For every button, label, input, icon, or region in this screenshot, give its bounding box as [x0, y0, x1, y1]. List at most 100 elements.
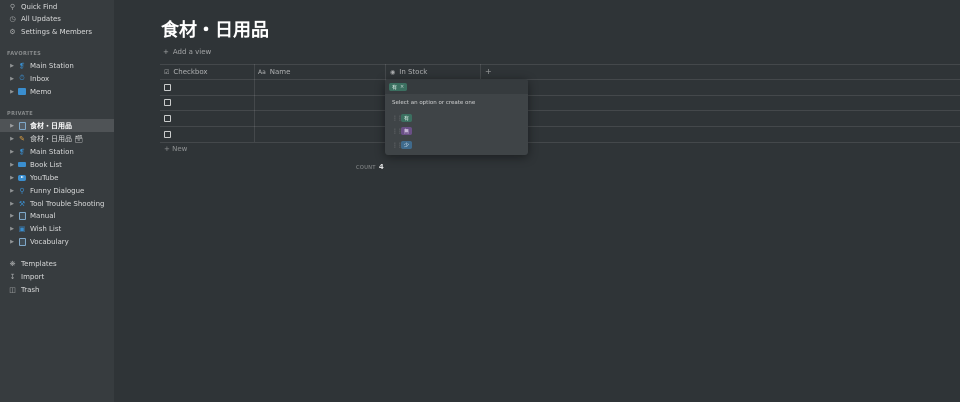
expand-arrow-icon[interactable]: ▶: [9, 239, 15, 245]
gift-icon: ▣: [18, 224, 26, 233]
remove-option-icon[interactable]: ×: [400, 84, 404, 90]
row-divider: [160, 110, 960, 111]
search-icon: ⚲: [9, 2, 16, 11]
page-icon: [17, 121, 27, 131]
column-header-label: In Stock: [399, 68, 428, 76]
sidebar-all-updates[interactable]: ◷ All Updates: [0, 12, 114, 25]
sidebar-item-main-station-2[interactable]: ▶ ❡ Main Station: [0, 145, 114, 158]
expand-arrow-icon[interactable]: ▶: [9, 63, 15, 69]
sidebar-item-book-list[interactable]: ▶ Book List: [0, 158, 114, 171]
column-divider: [480, 64, 481, 79]
count-value: 4: [378, 163, 385, 171]
row-divider: [160, 126, 960, 127]
dropdown-option[interactable]: ⋮⋮ 有: [385, 112, 528, 125]
expand-arrow-icon[interactable]: ▶: [9, 162, 15, 168]
stopwatch-icon: ⏱: [19, 74, 25, 82]
expand-arrow-icon[interactable]: ▶: [9, 201, 15, 207]
expand-arrow-icon[interactable]: ▶: [9, 123, 15, 129]
sidebar-item-wish-list[interactable]: ▶ ▣ Wish List: [0, 222, 114, 235]
trash-icon: ◫: [9, 285, 16, 294]
sidebar-item-label: Memo: [30, 87, 52, 96]
dropdown-option[interactable]: ⋮⋮ 無: [385, 125, 528, 138]
new-row-button[interactable]: + New: [164, 145, 187, 153]
row-checkbox[interactable]: [164, 131, 171, 138]
sidebar-item-youtube[interactable]: ▶ YouTube: [0, 171, 114, 184]
sidebar-item-label: Templates: [21, 259, 57, 268]
sidebar-settings[interactable]: ⚙ Settings & Members: [0, 25, 114, 38]
sidebar-item-label: Import: [21, 272, 45, 281]
chip-label: 有: [392, 84, 398, 91]
column-header-checkbox[interactable]: ☑ Checkbox: [164, 67, 208, 77]
select-options-dropdown: 有 × Select an option or create one ⋮⋮ 有 …: [385, 79, 528, 155]
sidebar-item-funny-dialogue[interactable]: ▶ ⚲ Funny Dialogue: [0, 184, 114, 197]
bulb-icon: ⚲: [19, 186, 25, 195]
sidebar-item-label: Book List: [30, 160, 62, 169]
sidebar-item-groceries[interactable]: ▶ 食材・日用品: [0, 119, 114, 132]
selected-values-field[interactable]: 有 ×: [385, 79, 528, 94]
expand-arrow-icon[interactable]: ▶: [9, 188, 15, 194]
sidebar-item-label: YouTube: [30, 173, 59, 182]
sidebar-item-label: Main Station: [30, 61, 74, 70]
expand-arrow-icon[interactable]: ▶: [9, 226, 15, 232]
new-row-label: New: [172, 145, 188, 153]
option-tag: 有: [401, 114, 413, 122]
sidebar-item-label: Main Station: [30, 147, 74, 156]
column-header-label: Name: [269, 68, 291, 76]
expand-arrow-icon[interactable]: ▶: [9, 213, 15, 219]
option-tag: 無: [401, 127, 413, 135]
youtube-icon: [17, 173, 27, 183]
sidebar-item-inbox[interactable]: ▶ ⏱ Inbox: [0, 72, 114, 85]
sidebar-trash[interactable]: ◫ Trash: [0, 283, 114, 296]
gear-icon: ⚙: [9, 27, 16, 36]
notebook-icon: [17, 87, 27, 97]
column-header-label: Checkbox: [173, 68, 208, 76]
row-checkbox[interactable]: [164, 99, 171, 106]
row-checkbox[interactable]: [164, 84, 171, 91]
expand-arrow-icon[interactable]: ▶: [9, 89, 15, 95]
row-checkbox[interactable]: [164, 115, 171, 122]
add-view-button[interactable]: + Add a view: [163, 48, 211, 56]
text-icon: Aa: [258, 68, 266, 76]
sidebar-item-groceries-archive[interactable]: ▶ ✎ 食材・日用品 🗃: [0, 132, 114, 145]
sidebar-item-label: Manual: [30, 211, 56, 220]
dropdown-option[interactable]: ⋮⋮ 少: [385, 139, 528, 152]
count-label: COUNT: [356, 165, 376, 171]
sidebar-import[interactable]: ↧ Import: [0, 270, 114, 283]
sidebar-item-vocabulary[interactable]: ▶ Vocabulary: [0, 235, 114, 248]
selected-option-chip: 有 ×: [389, 83, 408, 91]
column-header-in-stock[interactable]: ◉ In Stock: [390, 67, 427, 77]
sidebar-item-label: Settings & Members: [21, 27, 93, 36]
add-view-label: Add a view: [172, 48, 212, 56]
sidebar-item-label: Wish List: [30, 224, 62, 233]
dropdown-hint: Select an option or create one: [392, 100, 476, 106]
sidebar-item-manual[interactable]: ▶ Manual: [0, 209, 114, 222]
satellite-icon: ❡: [19, 147, 25, 156]
notebook-icon: [17, 211, 27, 221]
notebook-icon: [17, 237, 27, 247]
expand-arrow-icon[interactable]: ▶: [9, 175, 15, 181]
satellite-icon: ❡: [19, 61, 25, 70]
sidebar-item-label: All Updates: [21, 14, 61, 23]
import-icon: ↧: [9, 272, 16, 281]
table-top-border: [160, 64, 960, 65]
page-title[interactable]: 食材・日用品: [161, 16, 269, 42]
column-header-name[interactable]: Aa Name: [258, 67, 290, 77]
sidebar-item-label: Quick Find: [21, 2, 58, 11]
sidebar-item-memo[interactable]: ▶ Memo: [0, 85, 114, 98]
sidebar-item-main-station[interactable]: ▶ ❡ Main Station: [0, 59, 114, 72]
sidebar-item-label: Vocabulary: [30, 237, 69, 246]
sidebar-item-label: Trash: [21, 285, 40, 294]
expand-arrow-icon[interactable]: ▶: [9, 136, 15, 142]
main-content: 食材・日用品 + Add a view ☑ Checkbox Aa Name ◉ …: [114, 0, 960, 402]
table-header-border: [160, 79, 960, 80]
pencil-icon: ✎: [19, 134, 25, 143]
sidebar-templates[interactable]: ❋ Templates: [0, 257, 114, 270]
expand-arrow-icon[interactable]: ▶: [9, 149, 15, 155]
add-column-button[interactable]: +: [485, 67, 492, 76]
count-summary[interactable]: COUNT 4: [356, 163, 384, 171]
row-divider: [160, 142, 960, 143]
column-divider: [254, 64, 255, 142]
plus-icon: +: [164, 145, 170, 153]
expand-arrow-icon[interactable]: ▶: [9, 76, 15, 82]
select-icon: ◉: [390, 68, 396, 76]
